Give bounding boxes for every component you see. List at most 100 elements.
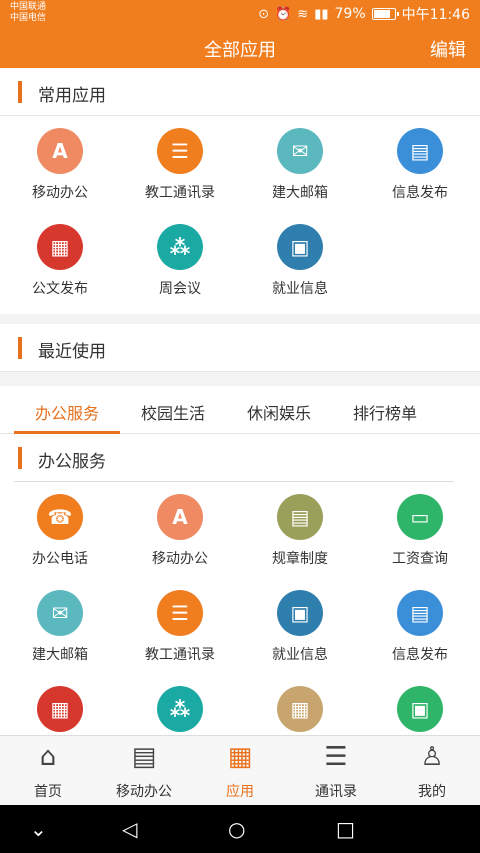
app-tile[interactable]: ⁂ 周会议 — [120, 212, 240, 308]
tab-campus[interactable]: 校园生活 — [120, 386, 226, 433]
app-tile[interactable]: ☰ 教工通讯录 — [120, 116, 240, 212]
office-services-header: 办公服务 — [0, 434, 480, 482]
app-label: 建大邮箱 — [272, 185, 328, 201]
address-book-icon: ☰ — [324, 742, 348, 772]
wifi-icon: ≋ — [297, 6, 309, 22]
app-tile[interactable]: ☎ 办公电话 — [0, 482, 120, 578]
app-label: 工资查询 — [392, 551, 448, 567]
signal-icon: ▮▮ — [314, 6, 329, 22]
bottom-nav: ⌂ 首页 ▤ 移动办公 ▦ 应用 ☰ 通讯录 ♙ 我的 — [0, 735, 480, 805]
recent-section: 最近使用 — [0, 324, 480, 372]
app-tile[interactable]: A 移动办公 — [0, 116, 120, 212]
app-icon: ▦ — [37, 224, 83, 270]
app-label: 教工通讯录 — [145, 185, 215, 201]
nav-mobile-office[interactable]: ▤ 移动办公 — [96, 736, 192, 805]
category-tabs: 办公服务 校园生活 休闲娱乐 排行榜单 — [0, 386, 480, 434]
tab-ranking[interactable]: 排行榜单 — [332, 386, 438, 433]
app-icon: ▣ — [397, 686, 443, 732]
carrier-info: 中国联通 中国电信 — [10, 2, 46, 24]
app-icon: ▣ — [277, 590, 323, 636]
home-circle-icon[interactable]: ○ — [228, 817, 245, 841]
app-tile[interactable]: ▣ 就业信息 — [240, 578, 360, 674]
recent-header: 最近使用 — [0, 324, 480, 372]
app-label: 规章制度 — [272, 551, 328, 567]
app-tile[interactable]: ▦ 公文发布 — [0, 212, 120, 308]
battery-percent: 79% — [334, 6, 366, 22]
app-tile[interactable]: ▦ — [240, 674, 360, 735]
header: 全部应用 编辑 — [0, 28, 480, 68]
contact-card-icon: ▤ — [131, 742, 157, 772]
app-label: 就业信息 — [272, 647, 328, 663]
section-title: 常用应用 — [38, 86, 106, 106]
section-marker — [18, 81, 22, 103]
user-icon: ♙ — [420, 742, 444, 772]
system-nav-bar: ⌄ ◁ ○ □ — [0, 805, 480, 853]
app-icon: ▦ — [277, 686, 323, 732]
app-tile[interactable]: ☰ 教工通讯录 — [120, 578, 240, 674]
app-tile[interactable]: ✉ 建大邮箱 — [240, 116, 360, 212]
app-tile[interactable]: ✉ 建大邮箱 — [0, 578, 120, 674]
office-services-grid: ☎ 办公电话 A 移动办公 ▤ 规章制度 ▭ 工资查询 ✉ 建大邮箱 ☰ 教工通讯录 ▣ 就业信息 ▤ 信息发… — [0, 482, 480, 735]
app-tile[interactable]: ▤ 规章制度 — [240, 482, 360, 578]
app-icon: ⁂ — [157, 224, 203, 270]
status-bar: 中国联通 中国电信 ⊙ ⏰ ≋ ▮▮ 79% 中午11:46 — [0, 0, 480, 28]
recents-icon[interactable]: □ — [336, 817, 355, 841]
app-icon: ▭ — [397, 494, 443, 540]
app-icon: A — [37, 128, 83, 174]
tab-office[interactable]: 办公服务 — [14, 386, 120, 434]
section-marker — [18, 447, 22, 469]
app-icon: ▣ — [277, 224, 323, 270]
app-tile[interactable]: ▣ 就业信息 — [240, 212, 360, 308]
app-tile[interactable]: ⁂ — [120, 674, 240, 735]
common-apps-grid: A 移动办公 ☰ 教工通讯录 ✉ 建大邮箱 ▤ 信息发布 ▦ 公文发布 ⁂ 周会议 ▣ 就业信息 — [0, 116, 480, 314]
app-tile[interactable]: ▦ — [0, 674, 120, 735]
nav-contacts[interactable]: ☰ 通讯录 — [288, 736, 384, 805]
nav-me[interactable]: ♙ 我的 — [384, 736, 480, 805]
alarm-icon: ⏰ — [275, 6, 292, 22]
app-icon: ▤ — [397, 590, 443, 636]
main-content[interactable]: 常用应用 A 移动办公 ☰ 教工通讯录 ✉ 建大邮箱 ▤ 信息发布 ▦ 公文发布 ⁂ 周会议 ▣ 就业信息… — [0, 68, 480, 735]
edit-button[interactable]: 编辑 — [430, 36, 466, 62]
tab-leisure[interactable]: 休闲娱乐 — [226, 386, 332, 433]
apps-grid-icon: ▦ — [227, 742, 253, 772]
section-title: 办公服务 — [38, 452, 106, 472]
app-icon: ☰ — [157, 128, 203, 174]
app-icon: ☎ — [37, 494, 83, 540]
app-label: 信息发布 — [392, 185, 448, 201]
status-indicators: ⊙ ⏰ ≋ ▮▮ 79% 中午11:46 — [258, 4, 470, 24]
home-icon: ⌂ — [39, 742, 57, 772]
nav-apps[interactable]: ▦ 应用 — [192, 736, 288, 805]
carrier-1: 中国联通 — [10, 2, 47, 12]
section-title: 最近使用 — [38, 342, 106, 362]
app-icon: ▤ — [397, 128, 443, 174]
carrier-2: 中国电信 — [10, 13, 47, 23]
app-icon: ▦ — [37, 686, 83, 732]
location-icon: ⊙ — [258, 6, 270, 22]
common-apps-header: 常用应用 — [0, 68, 480, 116]
app-tile[interactable]: ▭ 工资查询 — [360, 482, 480, 578]
app-label: 周会议 — [159, 281, 201, 297]
app-label: 建大邮箱 — [32, 647, 88, 663]
app-tile[interactable]: ▤ 信息发布 — [360, 116, 480, 212]
common-apps-section: 常用应用 A 移动办公 ☰ 教工通讯录 ✉ 建大邮箱 ▤ 信息发布 ▦ 公文发布 ⁂ 周会议 ▣ 就业信息 — [0, 68, 480, 314]
recent-empty-area — [0, 372, 480, 386]
app-icon: ✉ — [277, 128, 323, 174]
app-label: 就业信息 — [272, 281, 328, 297]
back-icon[interactable]: ◁ — [122, 817, 137, 841]
app-icon: ☰ — [157, 590, 203, 636]
app-tile[interactable]: ▤ 信息发布 — [360, 578, 480, 674]
app-label: 移动办公 — [152, 551, 208, 567]
app-icon: ▤ — [277, 494, 323, 540]
app-icon: A — [157, 494, 203, 540]
section-marker — [18, 337, 22, 359]
office-services-section: 办公服务 ☎ 办公电话 A 移动办公 ▤ 规章制度 ▭ 工资查询 ✉ 建大邮箱 ☰ 教工通讯录 ▣ 就业信… — [0, 434, 480, 735]
nav-home[interactable]: ⌂ 首页 — [0, 736, 96, 805]
app-label: 办公电话 — [32, 551, 88, 567]
app-tile[interactable]: ▣ — [360, 674, 480, 735]
app-tile[interactable]: A 移动办公 — [120, 482, 240, 578]
chevron-down-icon[interactable]: ⌄ — [30, 817, 47, 841]
app-icon: ✉ — [37, 590, 83, 636]
battery-icon — [371, 8, 399, 20]
app-label: 教工通讯录 — [145, 647, 215, 663]
app-label: 信息发布 — [392, 647, 448, 663]
